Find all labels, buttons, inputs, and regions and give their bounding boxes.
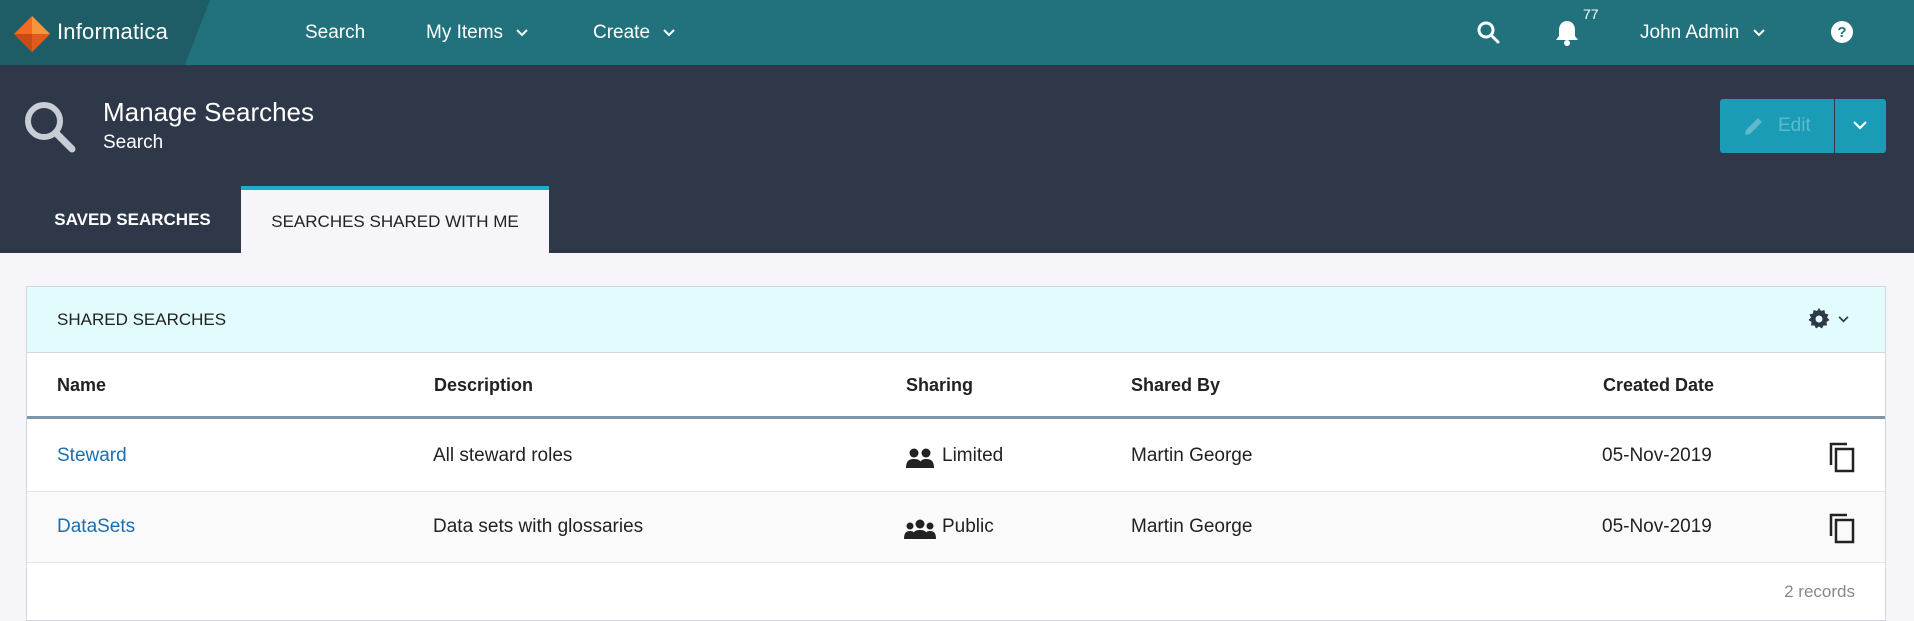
notification-count-badge: 77 xyxy=(1583,6,1599,22)
informatica-logo-icon xyxy=(14,16,50,52)
page-title: Manage Searches xyxy=(103,97,315,127)
nav-my-items[interactable]: My Items xyxy=(426,0,529,65)
logo-area[interactable]: Informatica xyxy=(0,0,210,65)
tab-saved-searches[interactable]: SAVED SEARCHES xyxy=(30,186,235,253)
tab-searches-shared-with-me[interactable]: SEARCHES SHARED WITH ME xyxy=(241,186,549,253)
bell-icon[interactable] xyxy=(1553,18,1581,46)
sharing-cell: Public xyxy=(942,516,994,537)
search-name-link[interactable]: Steward xyxy=(57,445,127,467)
edit-button[interactable]: Edit xyxy=(1720,99,1834,153)
column-header-created-date[interactable]: Created Date xyxy=(1603,375,1714,396)
edit-button-label: Edit xyxy=(1778,115,1811,136)
chevron-down-icon xyxy=(663,29,676,37)
edit-dropdown-button[interactable] xyxy=(1835,99,1886,153)
user-menu[interactable]: John Admin xyxy=(1640,0,1765,65)
gear-icon xyxy=(1808,308,1830,329)
chevron-down-icon xyxy=(1752,29,1765,37)
pencil-icon xyxy=(1745,118,1762,135)
column-header-description[interactable]: Description xyxy=(434,375,533,396)
description-cell: All steward roles xyxy=(433,445,573,466)
user-name: John Admin xyxy=(1640,22,1740,43)
panel-header: SHARED SEARCHES xyxy=(27,287,1885,353)
record-count: 2 records xyxy=(1784,582,1855,601)
table-header: Name Description Sharing Shared By Creat… xyxy=(27,353,1885,419)
description-cell: Data sets with glossaries xyxy=(433,516,644,537)
page-header: Manage Searches Search Edit SAVED SEARCH… xyxy=(0,65,1914,253)
public-group-icon xyxy=(904,519,936,539)
chevron-down-icon xyxy=(1853,121,1867,130)
svg-text:?: ? xyxy=(1837,24,1846,41)
nav-my-items-label: My Items xyxy=(426,22,504,43)
chevron-down-icon xyxy=(1838,315,1849,322)
shared-by-cell: Martin George xyxy=(1131,445,1253,466)
app-logo-text: Informatica xyxy=(57,19,169,44)
settings-menu[interactable] xyxy=(1807,307,1849,331)
sharing-cell: Limited xyxy=(942,445,1004,466)
table-row: Steward All steward roles Limited Martin… xyxy=(27,421,1885,492)
copy-icon[interactable] xyxy=(1827,512,1857,544)
table-row: DataSets Data sets with glossaries Publi… xyxy=(27,492,1885,563)
nav-create-label: Create xyxy=(593,22,651,43)
nav-search[interactable]: Search xyxy=(305,0,365,65)
nav-create[interactable]: Create xyxy=(593,0,676,65)
search-name-link[interactable]: DataSets xyxy=(57,516,135,538)
column-header-shared-by[interactable]: Shared By xyxy=(1131,375,1220,396)
magnifier-icon xyxy=(25,102,76,153)
nav-search-label: Search xyxy=(305,22,366,43)
chevron-down-icon xyxy=(516,29,529,37)
created-date-cell: 05-Nov-2019 xyxy=(1602,516,1712,537)
page-subtitle: Search xyxy=(103,132,164,153)
panel-title: SHARED SEARCHES xyxy=(57,310,227,329)
column-header-name[interactable]: Name xyxy=(57,375,106,396)
help-icon[interactable]: ? xyxy=(1830,20,1854,44)
created-date-cell: 05-Nov-2019 xyxy=(1602,445,1712,466)
shared-by-cell: Martin George xyxy=(1131,516,1253,537)
search-icon[interactable] xyxy=(1476,20,1500,44)
group-icon xyxy=(906,448,934,468)
top-navigation-bar: Informatica Search My Items Create 77 Jo… xyxy=(0,0,1914,65)
column-header-sharing[interactable]: Sharing xyxy=(906,375,973,396)
copy-icon[interactable] xyxy=(1827,441,1857,473)
shared-searches-panel: SHARED SEARCHES Name Description Sharing… xyxy=(26,286,1886,621)
